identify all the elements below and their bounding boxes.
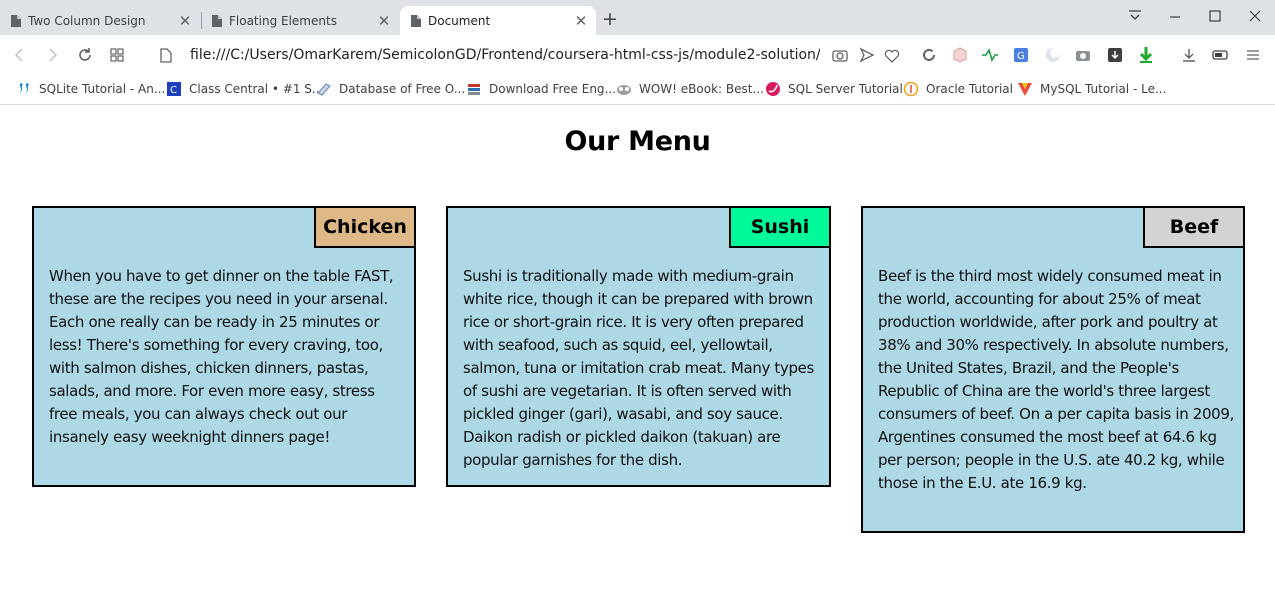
bookmark-oracle-tutorial[interactable]: Oracle Tutorial [903, 79, 1013, 99]
camera-icon[interactable] [830, 45, 850, 65]
bookmark-wow-ebook[interactable]: WOW! eBook: Best... [616, 79, 764, 99]
page-title: Our Menu [564, 126, 711, 157]
card-badge-beef: Beef [1143, 206, 1245, 248]
card-text-beef: Beef is the third most widely consumed m… [878, 267, 1234, 492]
bookmark-label: Oracle Tutorial [926, 82, 1013, 96]
owl-icon [617, 85, 631, 95]
close-tab-icon[interactable]: ✕ [574, 12, 588, 30]
downloads-icon[interactable] [1179, 45, 1199, 65]
history-icon[interactable] [919, 45, 939, 65]
books-stack-icon [468, 84, 480, 95]
browser-toolbar: file:///C:/Users/OmarKarem/SemicolonGD/F… [0, 35, 1275, 75]
close-tab-icon[interactable]: ✕ [377, 12, 391, 30]
cube-extension-icon[interactable] [950, 45, 970, 65]
mysql-icon [1018, 83, 1032, 96]
svg-text:C: C [170, 85, 177, 96]
bookmark-download-free[interactable]: Download Free Eng... [466, 79, 616, 99]
oracle-icon [903, 81, 919, 97]
sql-server-icon [766, 82, 780, 96]
tab-two-column-design[interactable]: Two Column Design ✕ [0, 6, 200, 35]
minimize-icon[interactable] [1157, 4, 1193, 28]
menu-card-chicken: Chicken When you have to get dinner on t… [32, 206, 416, 487]
new-tab-button[interactable]: + [600, 8, 620, 30]
close-window-icon[interactable] [1237, 4, 1273, 28]
tab-strip: Two Column Design ✕ Floating Elements ✕ … [0, 0, 1275, 35]
menu-icon[interactable] [1243, 45, 1263, 65]
document-icon [411, 14, 421, 27]
battery-icon[interactable] [1211, 45, 1231, 65]
page-info-icon[interactable] [156, 45, 176, 65]
card-text-sushi: Sushi is traditionally made with medium-… [463, 267, 814, 469]
bookmark-mysql-tutorial[interactable]: MySQL Tutorial - Le... [1017, 79, 1166, 99]
heart-icon[interactable] [882, 45, 902, 65]
bookmark-label: Database of Free O... [339, 82, 466, 96]
maximize-icon[interactable] [1197, 4, 1233, 28]
tab-floating-elements[interactable]: Floating Elements ✕ [201, 6, 399, 35]
document-icon [212, 14, 222, 27]
screenshot-icon[interactable] [1073, 45, 1093, 65]
tab-document[interactable]: Document ✕ [400, 6, 596, 35]
page-content: Our Menu Chicken When you have to get di… [0, 106, 1275, 597]
reload-icon[interactable] [75, 45, 95, 65]
bookmark-label: SQLite Tutorial - An... [39, 82, 166, 96]
document-icon [11, 14, 21, 27]
bookmark-class-central[interactable]: C Class Central • #1 S... [166, 79, 323, 99]
translate-icon[interactable]: G [1011, 45, 1031, 65]
tab-search-icon[interactable] [1117, 4, 1153, 28]
menu-card-beef: Beef Beef is the third most widely consu… [861, 206, 1245, 533]
send-icon[interactable] [857, 45, 877, 65]
bookmark-sqlite-tutorial[interactable]: SQLite Tutorial - An... [16, 79, 165, 99]
svg-text:G: G [1017, 51, 1025, 62]
bookmark-database-free[interactable]: Database of Free O... [316, 79, 465, 99]
menu-card-sushi: Sushi Sushi is traditionally made with m… [446, 206, 831, 487]
forward-icon[interactable] [42, 45, 62, 65]
class-central-icon: C [167, 82, 181, 96]
bookmark-label: Download Free Eng... [489, 82, 616, 96]
tab-title: Document [428, 13, 491, 28]
book-icon [317, 83, 331, 96]
moon-extension-icon[interactable] [1043, 45, 1063, 65]
bookmark-label: WOW! eBook: Best... [639, 82, 764, 96]
back-icon[interactable] [10, 45, 30, 65]
bookmark-label: SQL Server Tutorial [788, 82, 903, 96]
apps-grid-icon[interactable] [107, 45, 127, 65]
tab-title: Two Column Design [28, 13, 146, 28]
download-box-icon[interactable] [1105, 45, 1125, 65]
card-badge-sushi: Sushi [729, 206, 831, 248]
close-tab-icon[interactable]: ✕ [178, 12, 192, 30]
address-bar[interactable]: file:///C:/Users/OmarKarem/SemicolonGD/F… [190, 47, 820, 63]
card-badge-chicken: Chicken [314, 206, 416, 248]
bookmark-label: MySQL Tutorial - Le... [1040, 82, 1167, 96]
tab-title: Floating Elements [229, 13, 337, 28]
card-text-chicken: When you have to get dinner on the table… [49, 267, 394, 446]
bookmarks-bar: SQLite Tutorial - An... C Class Central … [0, 75, 1275, 105]
pulse-extension-icon[interactable] [980, 45, 1000, 65]
sqlite-icon [20, 83, 29, 93]
bookmark-label: Class Central • #1 S... [189, 82, 324, 96]
green-download-icon[interactable] [1136, 45, 1156, 65]
bookmark-sql-server-tutorial[interactable]: SQL Server Tutorial [765, 79, 903, 99]
